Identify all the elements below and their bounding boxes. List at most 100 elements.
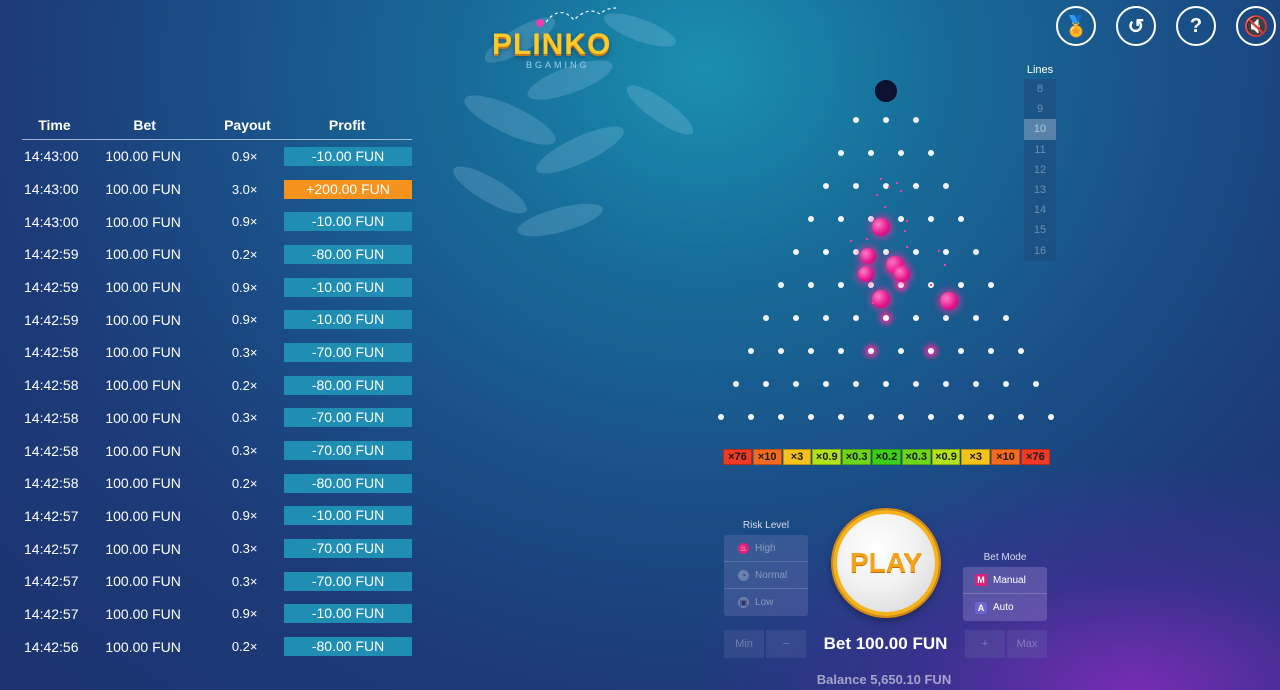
spark [906, 220, 908, 222]
peg [988, 348, 994, 354]
peg [823, 249, 829, 255]
risk-option-normal[interactable]: ◔ Normal [724, 562, 808, 589]
peg [898, 348, 904, 354]
cell-time: 14:43:00 [24, 213, 79, 230]
table-row: 14:42:57 100.00 FUN 0.9× -10.00 FUN [22, 598, 412, 631]
achievements-icon: 🏅 [1063, 15, 1089, 38]
cell-profit: -70.00 FUN [284, 408, 412, 428]
peg [748, 348, 754, 354]
risk-option-label: Low [755, 597, 774, 608]
cell-bet: 100.00 FUN [105, 311, 181, 328]
help-button[interactable]: ? [1176, 6, 1216, 46]
cell-payout: 0.2× [231, 639, 258, 655]
cell-time: 14:43:00 [24, 181, 79, 198]
peg [838, 282, 844, 288]
spark [880, 178, 882, 180]
peg [853, 249, 859, 255]
cell-profit: +200.00 FUN [284, 179, 412, 199]
plinko-ball [940, 292, 958, 310]
table-row: 14:42:59 100.00 FUN 0.2× -80.00 FUN [22, 238, 412, 271]
peg [943, 183, 949, 189]
lines-option-16[interactable]: 16 [1024, 240, 1056, 261]
lines-option-8[interactable]: 8 [1024, 79, 1056, 100]
cell-bet: 100.00 FUN [105, 409, 181, 426]
cell-bet: 100.00 FUN [105, 213, 181, 230]
peg [943, 249, 949, 255]
cell-bet: 100.00 FUN [105, 507, 181, 524]
history-button[interactable]: ↺ [1116, 6, 1156, 46]
peg [823, 183, 829, 189]
sound-muted-button[interactable]: 🔇 [1236, 6, 1276, 46]
peg [853, 315, 859, 321]
cell-payout: 0.9× [231, 148, 258, 164]
risk-option-low[interactable]: ▣ Low [724, 589, 808, 616]
peg [898, 282, 904, 288]
cell-payout: 0.3× [231, 541, 258, 557]
table-row: 14:42:56 100.00 FUN 0.2× -80.00 FUN [22, 630, 412, 663]
bet-mode-option-label: Auto [993, 602, 1014, 613]
lines-option-13[interactable]: 13 [1024, 179, 1056, 201]
cell-time: 14:42:58 [24, 475, 79, 492]
bet-mode-panel: Bet Mode M Manual A Auto [963, 552, 1047, 621]
bet-max-button[interactable]: Max [1007, 630, 1047, 658]
plinko-ball [894, 266, 910, 282]
plinko-ball [872, 290, 890, 308]
multiplier-slot: ×3 [782, 449, 812, 465]
logo-title: PLINKO [492, 28, 612, 61]
cell-profit: -80.00 FUN [284, 637, 412, 657]
table-row: 14:43:00 100.00 FUN 3.0× +200.00 FUN [22, 173, 412, 206]
cell-profit: -10.00 FUN [284, 146, 412, 166]
bet-min-button[interactable]: Min [724, 630, 764, 658]
lines-option-15[interactable]: 15 [1024, 220, 1056, 241]
cell-bet: 100.00 FUN [105, 475, 181, 492]
peg [913, 315, 919, 321]
multiplier-slot: ×0.9 [812, 449, 842, 465]
peg [808, 216, 814, 222]
cell-time: 14:43:00 [24, 148, 79, 165]
cell-payout: 0.3× [231, 410, 258, 426]
gauge-icon: ◔ [738, 569, 749, 581]
cell-time: 14:42:58 [24, 377, 79, 394]
drop-hole [875, 80, 897, 102]
risk-option-label: Normal [755, 569, 788, 581]
bet-mode-option-auto[interactable]: A Auto [963, 594, 1047, 621]
bet-mode-option-label: Manual [993, 574, 1026, 586]
achievements-button[interactable]: 🏅 [1056, 6, 1096, 46]
peg [778, 282, 784, 288]
spark [930, 284, 932, 286]
cell-payout: 0.2× [231, 246, 258, 262]
bet-decrease-button[interactable]: − [766, 630, 806, 658]
peg [718, 414, 724, 420]
cell-profit: -10.00 FUN [284, 506, 412, 526]
peg [928, 216, 934, 222]
plinko-ball [872, 218, 890, 236]
lines-option-9[interactable]: 9 [1024, 99, 1056, 120]
lines-option-10[interactable]: 10 [1024, 119, 1056, 140]
peg [913, 183, 919, 189]
peg [988, 282, 994, 288]
peg [823, 381, 829, 387]
cell-payout: 0.2× [231, 475, 258, 491]
peg [838, 414, 844, 420]
lines-option-14[interactable]: 14 [1024, 200, 1056, 221]
peg [898, 216, 904, 222]
peg [853, 183, 859, 189]
bet-increase-button[interactable]: + [965, 630, 1005, 658]
peg [838, 150, 844, 156]
risk-level-panel: Risk Level ♨ High ◔ Normal ▣ Low [724, 520, 808, 616]
cell-bet: 100.00 FUN [105, 605, 181, 622]
peg [928, 150, 934, 156]
lines-option-11[interactable]: 11 [1024, 139, 1056, 160]
peg [958, 348, 964, 354]
cell-payout: 0.9× [231, 606, 258, 622]
risk-option-high[interactable]: ♨ High [724, 535, 808, 562]
cell-bet: 100.00 FUN [105, 246, 181, 263]
multiplier-slot: ×10 [752, 449, 782, 465]
play-button[interactable]: PLAY [833, 510, 939, 616]
peg [1033, 381, 1039, 387]
cell-profit: -80.00 FUN [284, 375, 412, 395]
cell-time: 14:42:58 [24, 409, 79, 426]
lines-option-12[interactable]: 12 [1024, 159, 1056, 180]
peg [808, 348, 814, 354]
bet-mode-option-manual[interactable]: M Manual [963, 567, 1047, 594]
